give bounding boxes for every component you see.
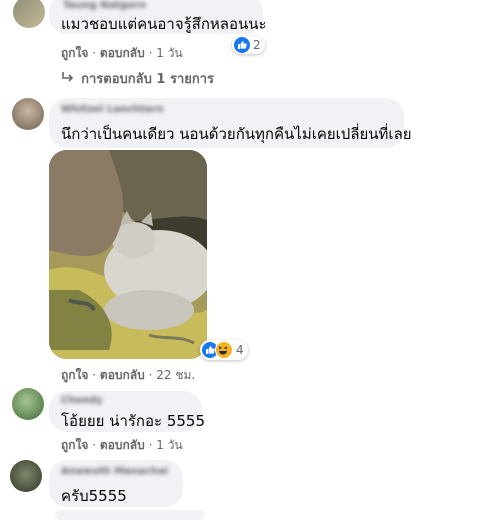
comment-time[interactable]: 1 วัน bbox=[156, 438, 182, 452]
cat-photo-image bbox=[49, 150, 207, 359]
comment-photo[interactable] bbox=[49, 150, 207, 359]
comment-time[interactable]: 1 วัน bbox=[156, 46, 182, 60]
next-comment-bubble bbox=[55, 510, 205, 520]
separator: · bbox=[92, 438, 97, 452]
like-button[interactable]: ถูกใจ bbox=[61, 46, 88, 60]
avatar[interactable] bbox=[12, 388, 44, 420]
comment-text: แมวชอบแต่คนอาจรู้สึกหลอนนะ bbox=[61, 15, 267, 33]
commenter-name[interactable]: Anawuth Manachai bbox=[61, 466, 168, 477]
commenter-name[interactable]: Taung Natgorn bbox=[63, 0, 146, 11]
like-button[interactable]: ถูกใจ bbox=[61, 368, 88, 382]
comment-bubble: Cheedy โอ้ยยย น่ารักอะ 5555 bbox=[49, 391, 206, 432]
view-replies-link[interactable]: การตอบกลับ 1 รายการ bbox=[61, 68, 214, 89]
reaction-summary[interactable]: 2 bbox=[232, 36, 265, 54]
commenter-name[interactable]: Cheedy bbox=[61, 395, 103, 406]
separator: · bbox=[148, 368, 153, 382]
comment-time[interactable]: 22 ชม. bbox=[156, 368, 195, 382]
separator: · bbox=[92, 46, 97, 60]
haha-icon bbox=[215, 341, 233, 359]
comment-bubble: Taung Natgorn แมวชอบแต่คนอาจรู้สึกหลอนนะ bbox=[49, 0, 267, 34]
separator: · bbox=[92, 368, 97, 382]
avatar[interactable] bbox=[10, 460, 42, 492]
view-replies-label: การตอบกลับ 1 รายการ bbox=[81, 72, 215, 87]
reaction-count: 4 bbox=[236, 343, 244, 357]
comment-bubble: Anawuth Manachai ครับ5555 bbox=[49, 460, 183, 507]
separator: · bbox=[148, 438, 153, 452]
reply-button[interactable]: ตอบกลับ bbox=[100, 46, 145, 60]
reply-button[interactable]: ตอบกลับ bbox=[100, 438, 145, 452]
avatar[interactable] bbox=[12, 98, 44, 130]
comment-text: นึกว่าเป็นคนเดียว นอนด้วยกันทุกคืนไม่เคย… bbox=[61, 125, 412, 143]
commenter-name[interactable]: Whitzel Lanchtarn bbox=[61, 104, 164, 115]
comment-actions: ถูกใจ · ตอบกลับ · 1 วัน bbox=[61, 44, 183, 63]
like-icon bbox=[234, 37, 250, 53]
reaction-count: 2 bbox=[253, 38, 261, 52]
comment-bubble: Whitzel Lanchtarn นึกว่าเป็นคนเดียว นอนด… bbox=[49, 98, 412, 148]
like-button[interactable]: ถูกใจ bbox=[61, 438, 88, 452]
comment-actions: ถูกใจ · ตอบกลับ · 1 วัน bbox=[61, 436, 183, 455]
comment-actions: ถูกใจ · ตอบกลับ · 22 ชม. bbox=[61, 366, 195, 385]
reaction-summary[interactable]: 4 bbox=[200, 340, 248, 360]
avatar[interactable] bbox=[13, 0, 45, 28]
comment-text: โอ้ยยย น่ารักอะ 5555 bbox=[61, 412, 206, 430]
separator: · bbox=[148, 46, 153, 60]
reply-button[interactable]: ตอบกลับ bbox=[100, 368, 145, 382]
reply-arrow-icon bbox=[61, 72, 77, 87]
comment-text: ครับ5555 bbox=[61, 487, 127, 505]
